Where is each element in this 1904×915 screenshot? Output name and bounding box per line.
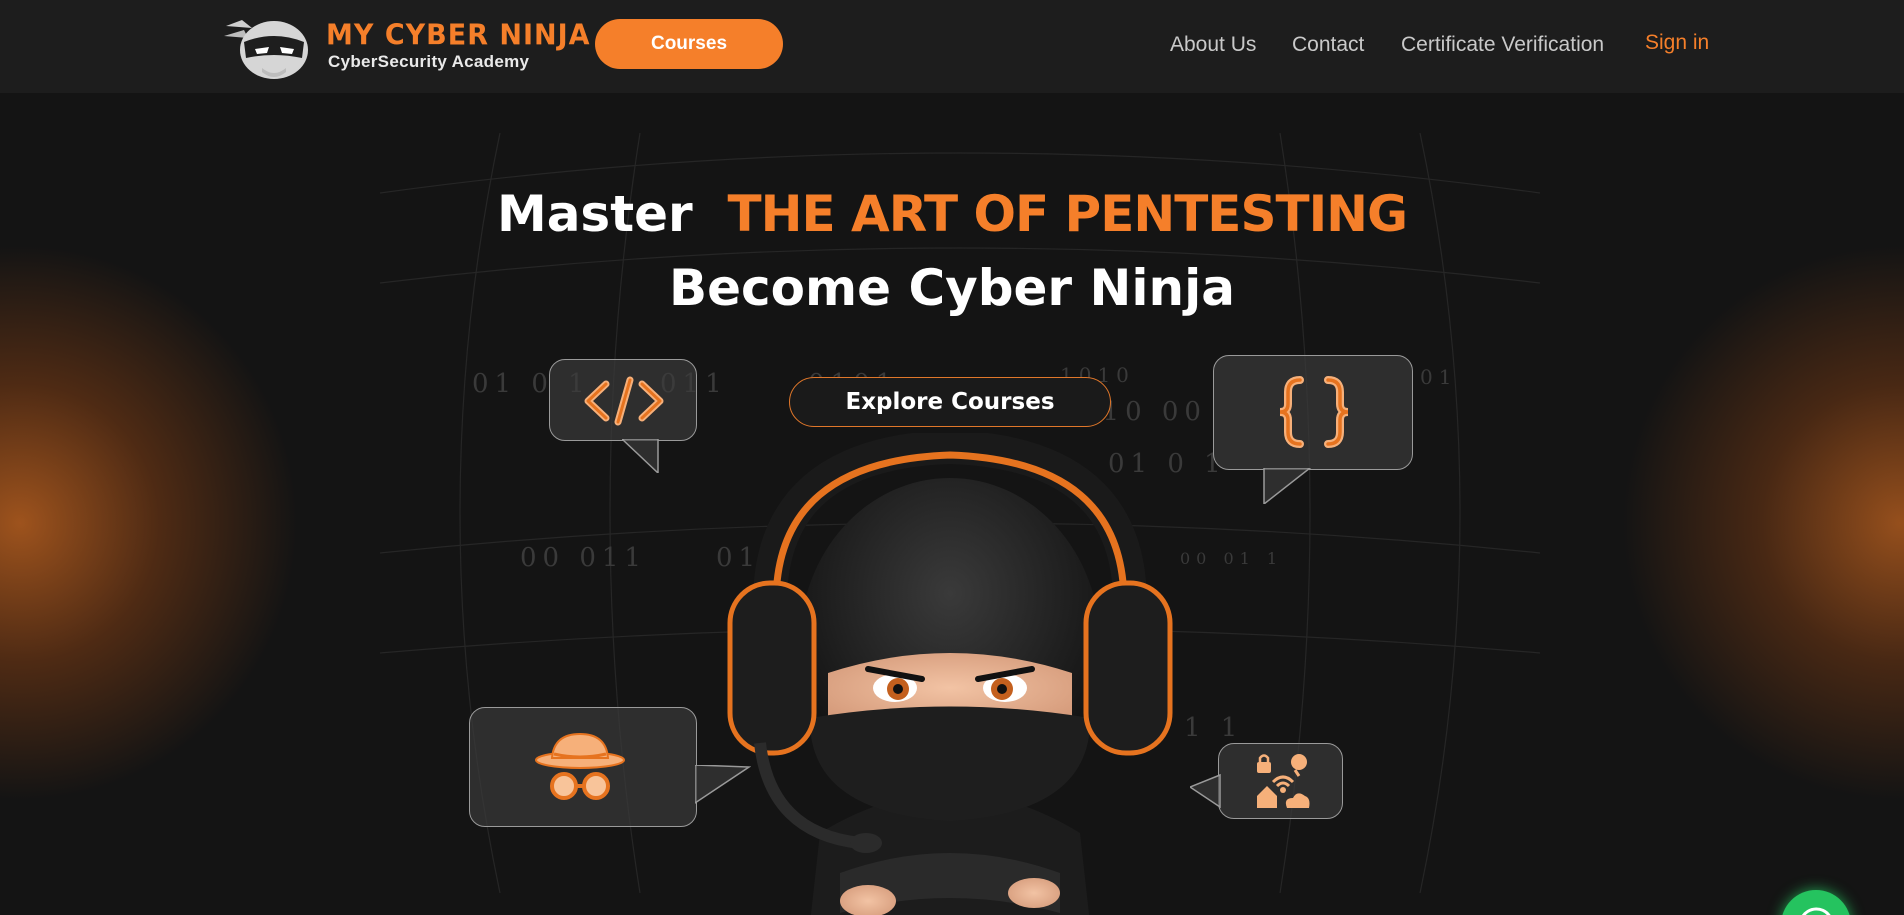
hero-subheading: Become Cyber Ninja (669, 259, 1235, 317)
left-orange-glow (0, 243, 300, 803)
top-navbar: MY CYBER NINJA CyberSecurity Academy Cou… (0, 0, 1904, 93)
bubble-tail (1263, 468, 1312, 504)
brand-tagline: CyberSecurity Academy (328, 52, 530, 71)
nav-link-certificate-verification[interactable]: Certificate Verification (1401, 33, 1604, 57)
whatsapp-chat-button[interactable] (1781, 890, 1851, 915)
braces-bubble (1213, 355, 1413, 470)
binary-text: 01 (1420, 365, 1458, 389)
whatsapp-icon (1801, 907, 1831, 915)
nav-link-about-us[interactable]: About Us (1170, 33, 1256, 57)
right-orange-glow (1620, 243, 1904, 803)
explore-courses-button[interactable]: Explore Courses (789, 377, 1111, 427)
code-tag-icon (584, 376, 664, 426)
courses-button[interactable]: Courses (595, 19, 783, 69)
headline-accent: THE ART OF PENTESTING (727, 185, 1409, 243)
nav-link-contact[interactable]: Contact (1292, 33, 1364, 57)
hero-headline: Master THE ART OF PENTESTING (0, 185, 1904, 243)
headline-lead: Master (496, 185, 693, 243)
brand-name: MY CYBER NINJA (326, 19, 591, 52)
code-bubble (549, 359, 697, 441)
binary-text: 00 011 (520, 543, 647, 573)
spy-bubble (469, 707, 697, 827)
bubble-tail (622, 439, 659, 473)
ninja-mask-logo-icon (224, 20, 308, 79)
brand-logo[interactable]: MY CYBER NINJA CyberSecurity Academy (222, 12, 590, 82)
network-bubble (1218, 743, 1343, 819)
ninja-mascot-illustration (727, 433, 1173, 915)
spy-hat-glasses-icon (535, 732, 625, 800)
sign-in-link[interactable]: Sign in (1645, 31, 1709, 55)
network-devices-icon (1257, 754, 1310, 808)
hero-section: 01 0 1 011 0101 1010 110 00 01 0 1 00 01… (0, 93, 1904, 915)
curly-braces-icon (1279, 376, 1349, 448)
